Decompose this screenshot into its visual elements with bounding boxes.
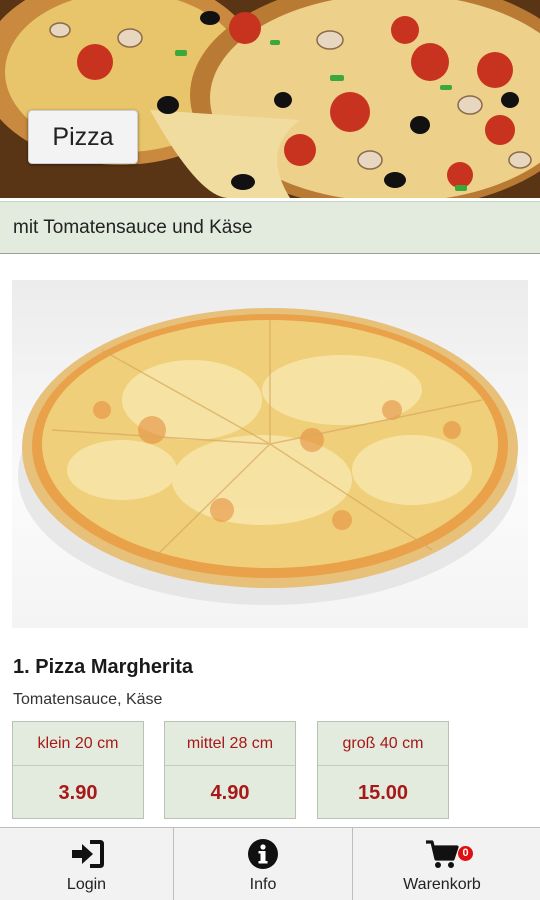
size-label: groß 40 cm <box>318 722 448 766</box>
size-label: klein 20 cm <box>13 722 143 766</box>
header-banner: Pizza <box>0 0 540 198</box>
size-price: 15.00 <box>357 781 409 804</box>
size-label: mittel 28 cm <box>165 722 295 766</box>
size-large-button[interactable]: groß 40 cm 15.00 <box>317 721 449 819</box>
bottom-nav: Login Info 0 Warenkorb <box>0 827 540 900</box>
size-small-button[interactable]: klein 20 cm 3.90 <box>12 721 144 819</box>
nav-info[interactable]: Info <box>174 828 352 900</box>
nav-cart[interactable]: 0 Warenkorb <box>353 828 531 900</box>
info-icon <box>247 838 279 870</box>
nav-login-label: Login <box>66 876 107 893</box>
nav-info-label: Info <box>249 876 277 893</box>
size-price: 3.90 <box>58 781 98 804</box>
product-title: 1. Pizza Margherita <box>13 656 194 678</box>
login-icon <box>70 838 104 870</box>
category-pizza-button[interactable]: Pizza <box>28 110 138 164</box>
size-price: 4.90 <box>210 781 250 804</box>
pizza-banner-image <box>0 0 540 198</box>
pizza-margherita-image <box>18 308 518 605</box>
size-medium-button[interactable]: mittel 28 cm 4.90 <box>164 721 296 819</box>
product-description: Tomatensauce, Käse <box>13 691 163 708</box>
cart-count-badge: 0 <box>458 846 473 861</box>
cart-icon: 0 <box>425 838 473 870</box>
nav-login[interactable]: Login <box>0 828 173 900</box>
category-subtitle: mit Tomatensauce und Käse <box>0 201 540 254</box>
product-image <box>12 280 528 628</box>
nav-cart-label: Warenkorb <box>403 876 481 893</box>
